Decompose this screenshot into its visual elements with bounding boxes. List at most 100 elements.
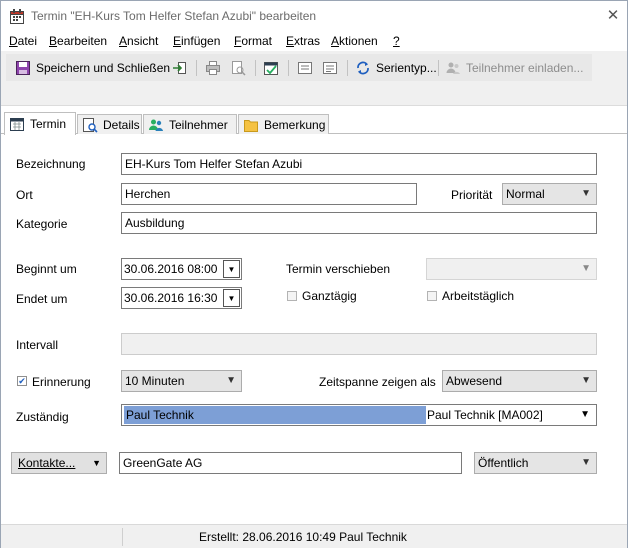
beginn-label: Beginnt um xyxy=(16,262,77,276)
tab-bemerkung[interactable]: Bemerkung xyxy=(238,114,329,135)
tab-termin-label: Termin xyxy=(30,117,67,131)
window-title: Termin "EH-Kurs Tom Helfer Stefan Azubi"… xyxy=(31,9,317,23)
serientyp-button[interactable]: Serientyp... xyxy=(355,58,437,78)
print-preview-icon xyxy=(232,61,246,76)
calendar-check-button[interactable] xyxy=(263,58,279,78)
exit-icon xyxy=(173,62,186,74)
list-icon xyxy=(323,62,337,74)
zustaendig-label: Zuständig xyxy=(16,410,69,424)
toolbar-separator xyxy=(196,60,197,76)
kontakte-button-label: Kontakte... xyxy=(18,456,76,470)
chevron-down-icon: ▼ xyxy=(581,457,591,468)
arbeitstaeglich-checkbox[interactable] xyxy=(427,291,437,301)
kategorie-input[interactable]: Ausbildung xyxy=(121,212,597,234)
calendar-dropdown-icon[interactable]: ▼ xyxy=(223,289,240,307)
ende-value: 30.06.2016 16:30 xyxy=(124,291,218,305)
new-item-icon xyxy=(298,62,312,74)
intervall-input[interactable] xyxy=(121,333,597,355)
tab-termin[interactable]: Termin xyxy=(4,112,76,135)
status-separator xyxy=(122,528,123,546)
exit-button[interactable] xyxy=(171,58,187,78)
tab-details-label: Details xyxy=(103,118,140,132)
termin-form: Bezeichnung EH-Kurs Tom Helfer Stefan Az… xyxy=(1,134,627,519)
details-search-icon xyxy=(83,118,98,133)
toolbar: Speichern und Schließen Serientyp... Tei… xyxy=(1,51,627,106)
prioritaet-value: Normal xyxy=(506,187,545,201)
tab-bemerkung-label: Bemerkung xyxy=(264,118,326,132)
new-item-button[interactable] xyxy=(297,58,313,78)
title-bar: Termin "EH-Kurs Tom Helfer Stefan Azubi"… xyxy=(1,1,627,31)
participants-icon xyxy=(149,119,163,131)
zustaendig-select[interactable]: Paul Technik Paul Technik [MA002] ▼ xyxy=(121,404,597,426)
menu-bar: Datei Bearbeiten Ansicht Einfügen Format… xyxy=(1,31,627,51)
ganztaegig-label: Ganztägig xyxy=(302,289,357,303)
chevron-down-icon: ▼ xyxy=(226,375,236,386)
prioritaet-select[interactable]: Normal ▼ xyxy=(502,183,597,205)
ganztaegig-checkbox[interactable] xyxy=(287,291,297,301)
tab-teilnehmer-label: Teilnehmer xyxy=(169,118,228,132)
list-button[interactable] xyxy=(322,58,338,78)
print-button[interactable] xyxy=(205,58,221,78)
created-info: Erstellt: 28.06.2016 10:49 Paul Technik xyxy=(199,530,407,544)
menu-aktionen[interactable]: Aktionen xyxy=(331,34,378,48)
chevron-down-icon: ▼ xyxy=(581,375,591,386)
sichtbarkeit-value: Öffentlich xyxy=(478,456,529,470)
chevron-down-icon: ▼ xyxy=(581,188,591,199)
save-close-label: Speichern und Schließen xyxy=(36,61,171,75)
tab-details[interactable]: Details xyxy=(77,114,142,135)
save-icon xyxy=(16,61,30,75)
save-close-button[interactable]: Speichern und Schließen xyxy=(15,58,170,78)
erinnerung-select[interactable]: 10 Minuten ▼ xyxy=(121,370,242,392)
recurrence-icon xyxy=(357,61,369,75)
chevron-down-icon: ▼ xyxy=(580,409,590,420)
bezeichnung-input[interactable]: EH-Kurs Tom Helfer Stefan Azubi xyxy=(121,153,597,175)
close-icon[interactable]: ✕ xyxy=(604,7,622,25)
tab-strip: Termin Details Teilnehmer Bemerkung xyxy=(1,112,627,135)
kategorie-label: Kategorie xyxy=(16,217,68,231)
ende-datetime-picker[interactable]: 30.06.2016 16:30 ▼ xyxy=(121,287,242,309)
zustaendig-selection-highlight: Paul Technik xyxy=(124,406,426,424)
chevron-down-icon: ▼ xyxy=(581,263,591,274)
menu-format[interactable]: Format xyxy=(234,34,272,48)
calendar-icon xyxy=(10,118,24,131)
folder-note-icon xyxy=(244,120,258,132)
beginn-datetime-picker[interactable]: 30.06.2016 08:00 ▼ xyxy=(121,258,242,280)
zeitspanne-select[interactable]: Abwesend ▼ xyxy=(442,370,597,392)
prioritaet-label: Priorität xyxy=(451,188,493,202)
zeitspanne-value: Abwesend xyxy=(446,374,503,388)
appointment-window: Termin "EH-Kurs Tom Helfer Stefan Azubi"… xyxy=(0,0,628,548)
kontakt-input[interactable]: GreenGate AG xyxy=(119,452,462,474)
toolbar-separator xyxy=(347,60,348,76)
tab-teilnehmer[interactable]: Teilnehmer xyxy=(143,114,237,135)
calendar-app-icon xyxy=(10,9,24,24)
menu-bearbeiten[interactable]: Bearbeiten xyxy=(49,34,107,48)
invite-participants-label: Teilnehmer einladen... xyxy=(466,61,584,75)
calendar-dropdown-icon[interactable]: ▼ xyxy=(223,260,240,278)
menu-extras[interactable]: Extras xyxy=(286,34,320,48)
ort-label: Ort xyxy=(16,188,33,202)
print-preview-button[interactable] xyxy=(230,58,246,78)
invite-participants-button[interactable]: Teilnehmer einladen... xyxy=(445,58,583,78)
erinnerung-label: Erinnerung xyxy=(32,375,91,389)
menu-einfuegen[interactable]: Einfügen xyxy=(173,34,220,48)
menu-help[interactable]: ? xyxy=(393,34,400,48)
arbeitstaeglich-label: Arbeitstäglich xyxy=(442,289,515,303)
zustaendig-name: Paul Technik xyxy=(126,408,194,422)
intervall-label: Intervall xyxy=(16,338,59,352)
zustaendig-full: Paul Technik [MA002] xyxy=(427,408,543,422)
toolbar-row: Speichern und Schließen Serientyp... Tei… xyxy=(6,54,592,81)
bezeichnung-label: Bezeichnung xyxy=(16,157,86,171)
kontakte-button[interactable]: Kontakte... ▼ xyxy=(11,452,107,474)
menu-ansicht[interactable]: Ansicht xyxy=(119,34,158,48)
print-icon xyxy=(206,61,220,75)
beginn-value: 30.06.2016 08:00 xyxy=(124,262,218,276)
verschieben-label: Termin verschieben xyxy=(286,262,391,276)
erinnerung-checkbox[interactable]: ✔ xyxy=(17,376,27,386)
menu-datei[interactable]: Datei xyxy=(9,34,37,48)
toolbar-separator xyxy=(288,60,289,76)
ort-input[interactable]: Herchen xyxy=(121,183,417,205)
toolbar-separator xyxy=(255,60,256,76)
invite-people-icon xyxy=(446,62,460,74)
verschieben-select[interactable]: ▼ xyxy=(426,258,597,280)
sichtbarkeit-select[interactable]: Öffentlich ▼ xyxy=(474,452,597,474)
